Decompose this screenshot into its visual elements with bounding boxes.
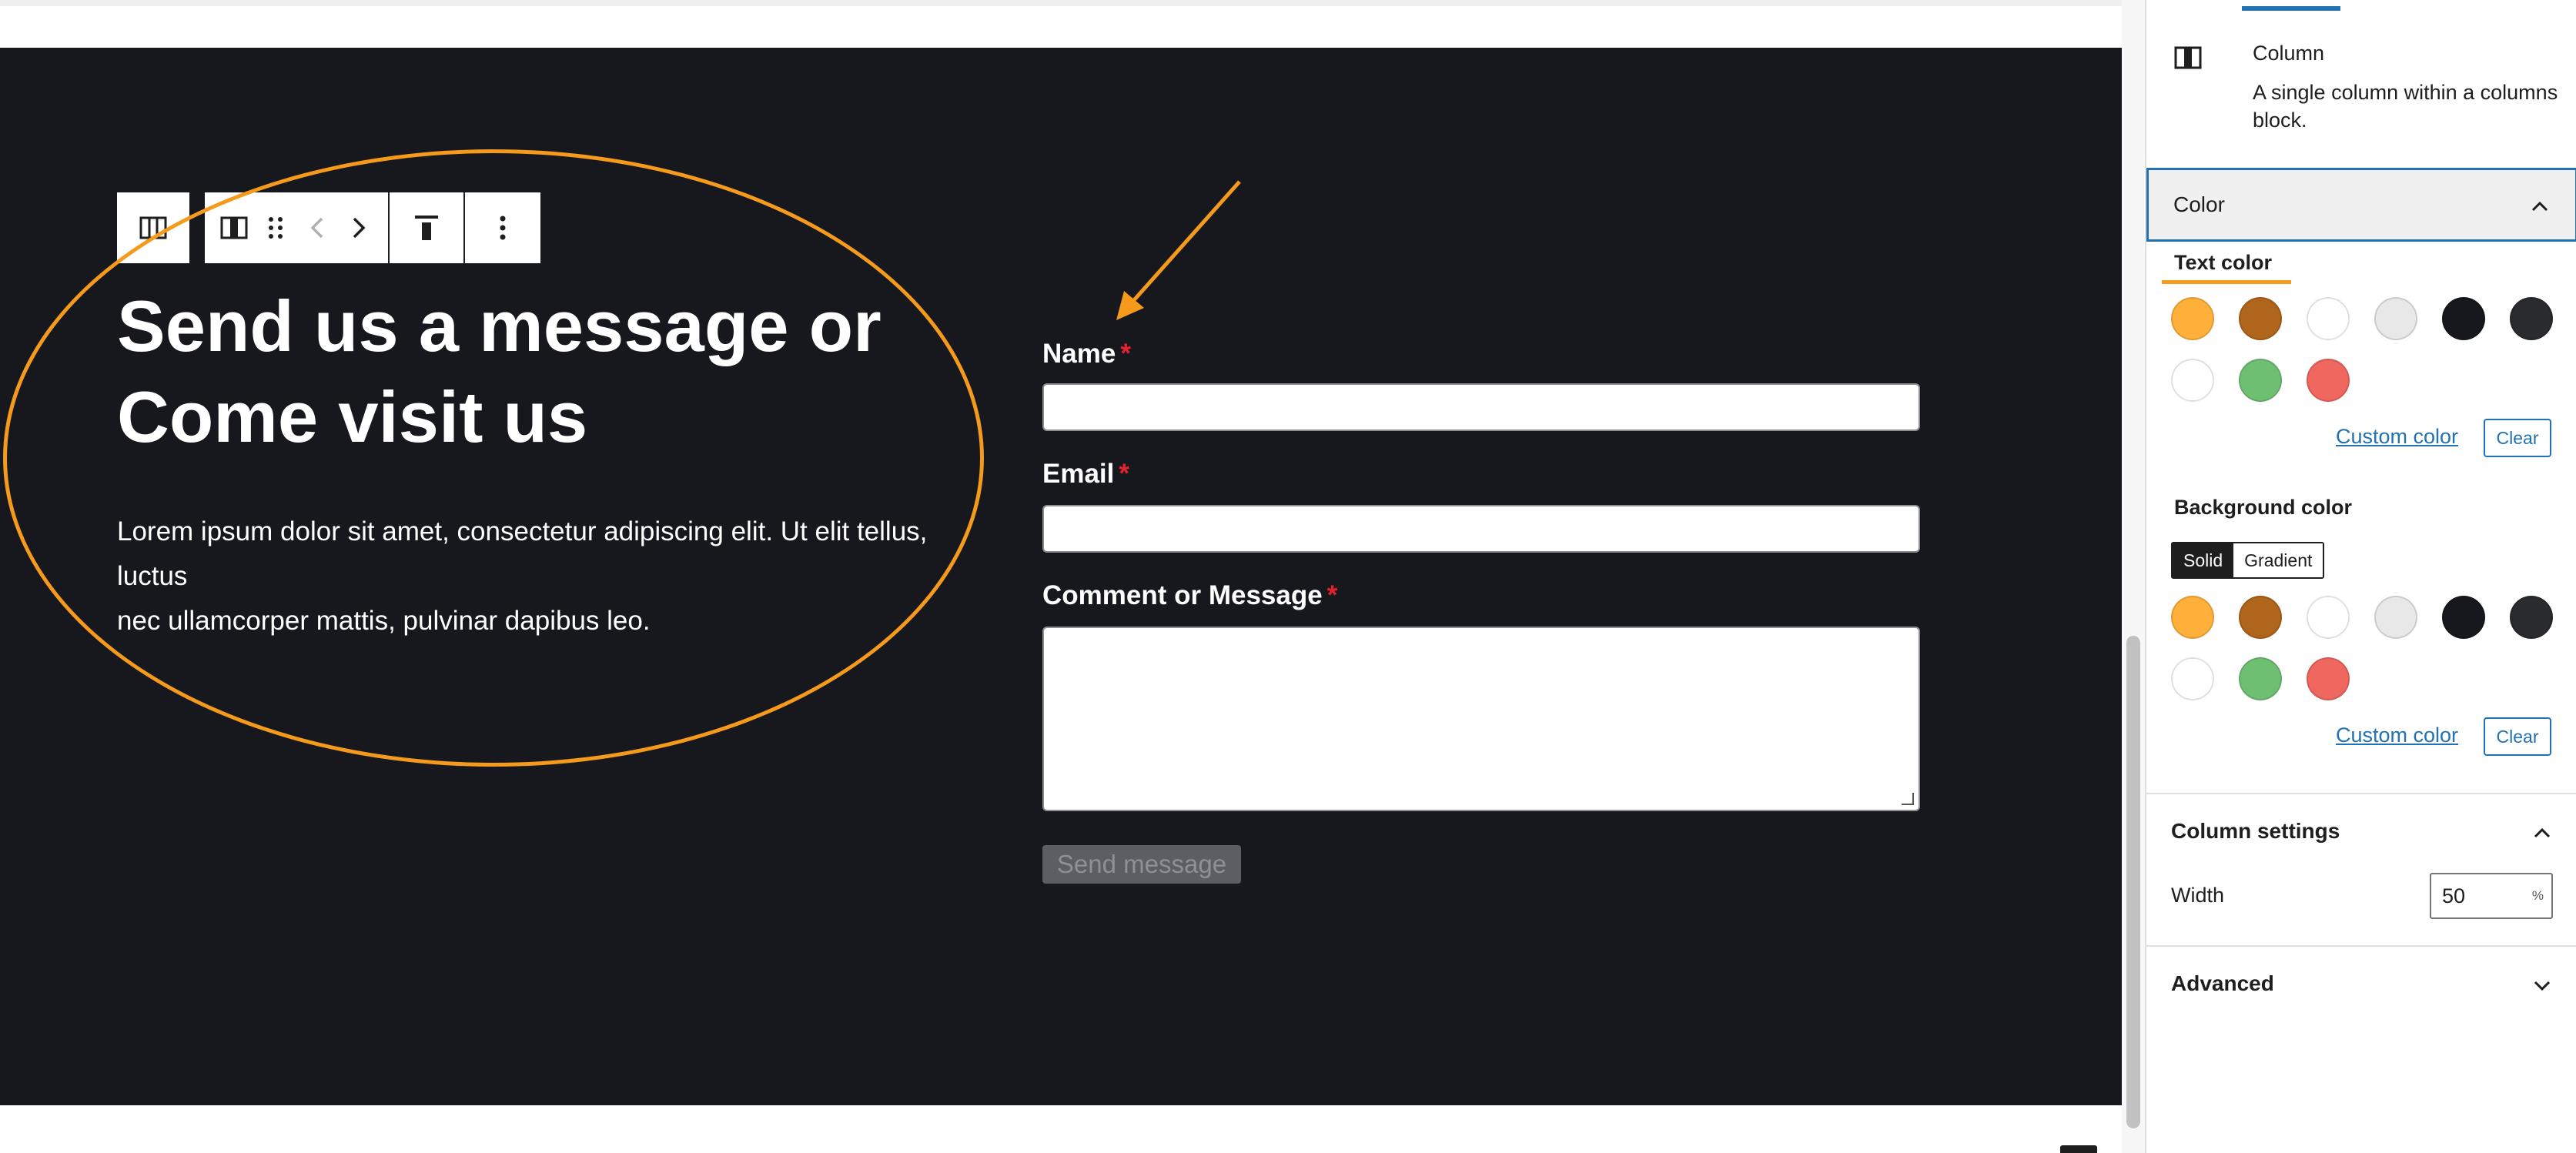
email-label: Email * [1042,459,1130,489]
bg-swatch-light-gray[interactable] [2374,596,2417,639]
color-swatch-red[interactable] [2307,359,2350,402]
color-panel-title: Color [2173,192,2225,216]
color-swatch-orange[interactable] [2171,297,2214,340]
color-swatch-white-2[interactable] [2171,359,2214,402]
required-mark: * [1119,459,1130,489]
bg-swatch-dark-gray[interactable] [2510,596,2553,639]
color-swatch-black[interactable] [2442,297,2485,340]
width-value: 50 [2442,884,2466,907]
bg-swatch-brown[interactable] [2239,596,2282,639]
bg-swatch-orange[interactable] [2171,596,2214,639]
color-swatch-light-gray[interactable] [2374,297,2417,340]
email-field[interactable] [1042,505,1920,553]
chevron-up-icon [2533,820,2551,844]
annotation-arrow [1116,180,1241,320]
bg-swatch-white-2[interactable] [2171,657,2214,700]
canvas-scrollbar-thumb[interactable] [2126,636,2140,1128]
columns-block[interactable]: Send us a message or Come visit us Lorem… [0,48,2122,1105]
block-description: A single column within a columns block. [2253,81,2558,132]
column-settings-toggle[interactable]: Column settings [2146,794,2576,868]
canvas-top-border [0,0,2122,6]
width-label: Width [2171,884,2225,907]
text-color-tab-indicator [2162,280,2291,284]
advanced-panel-toggle[interactable]: Advanced [2146,947,2576,1021]
bg-custom-color-link[interactable]: Custom color [2336,724,2458,747]
block-inserter-icon[interactable] [2060,1145,2097,1153]
width-input[interactable]: 50 % [2430,873,2553,919]
settings-sidebar: Column A single column within a columns … [2145,0,2576,1153]
annotation-ellipse [3,149,984,767]
name-field[interactable] [1042,383,1920,431]
message-label: Comment or Message * [1042,580,1338,610]
bg-swatch-red[interactable] [2307,657,2350,700]
text-color-clear-button[interactable]: Clear [2484,419,2551,457]
resize-handle-icon[interactable] [1902,793,1914,805]
solid-tab[interactable]: Solid [2173,543,2234,577]
color-swatch-green[interactable] [2239,359,2282,402]
block-tab-indicator[interactable] [2242,6,2340,11]
color-panel-toggle[interactable]: Color [2146,168,2576,242]
send-message-button[interactable]: Send message [1042,845,1241,884]
text-custom-color-link[interactable]: Custom color [2336,425,2458,449]
color-swatch-brown[interactable] [2239,297,2282,340]
bg-color-clear-button[interactable]: Clear [2484,717,2551,756]
name-label: Name * [1042,339,1131,369]
background-color-label: Background color [2174,496,2353,519]
text-color-label[interactable]: Text color [2174,251,2272,275]
column-settings-title: Column settings [2171,819,2340,843]
chevron-down-icon [2533,972,2551,996]
bg-swatch-black[interactable] [2442,596,2485,639]
block-title: Column [2253,42,2325,65]
required-mark: * [1120,339,1131,369]
chevron-up-icon [2531,193,2549,217]
message-field[interactable] [1042,627,1920,811]
column-icon [2174,46,2202,71]
color-swatch-dark-gray[interactable] [2510,297,2553,340]
gradient-tab[interactable]: Gradient [2233,543,2323,577]
bg-swatch-white[interactable] [2307,596,2350,639]
color-swatch-white[interactable] [2307,297,2350,340]
required-mark: * [1326,580,1338,610]
bg-swatch-green[interactable] [2239,657,2282,700]
editor-canvas: Send us a message or Come visit us Lorem… [0,0,2122,1153]
background-type-toggle: Solid Gradient [2171,542,2325,579]
width-unit[interactable]: % [2532,888,2544,904]
advanced-title: Advanced [2171,971,2274,995]
